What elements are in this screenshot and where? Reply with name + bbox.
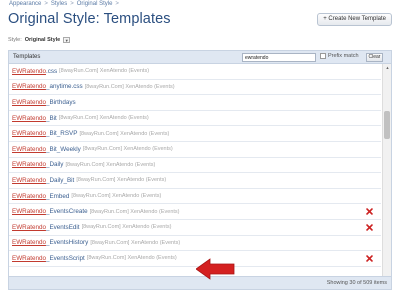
breadcrumb-original-style[interactable]: Original Style — [77, 1, 113, 7]
template-name-link[interactable]: EWRatendo_Bit_Weekly — [12, 146, 81, 153]
scroll-thumb[interactable] — [384, 111, 390, 139]
template-addon-label: [8wayRun.Com] XenAtendo (Events) — [59, 68, 150, 75]
breadcrumb-appearance[interactable]: Appearance — [9, 1, 41, 7]
template-row[interactable]: EWRatendo.css [8wayRun.Com] XenAtendo (Ev… — [9, 64, 381, 80]
template-name-rest: _Bit — [45, 114, 57, 122]
template-addon-label: [8wayRun.Com] XenAtendo (Events) — [86, 255, 177, 262]
template-name-rest: _Bit_RSVP — [45, 130, 78, 138]
item-count: Showing 30 of 509 items — [326, 280, 387, 286]
template-row[interactable]: EWRatendo_Bit_RSVP [8wayRun.Com] XenAtend… — [9, 126, 381, 142]
template-name-link[interactable]: EWRatendo_EventsCreate — [12, 208, 88, 215]
template-addon-label: [8wayRun.Com] XenAtendo (Events) — [58, 115, 149, 122]
template-name-link[interactable]: EWRatendo_Bit_RSVP — [12, 130, 77, 137]
template-name-match: EWRatendo — [12, 208, 46, 216]
template-name-rest: _Embed — [45, 192, 70, 200]
template-name-match: EWRatendo — [12, 254, 46, 262]
template-name-rest: _Daily_Bit — [45, 176, 75, 184]
panel-header-label: Templates — [13, 54, 41, 60]
scrollbar[interactable]: ▲ — [382, 64, 391, 276]
template-row[interactable]: EWRatendo_EventsScript [8wayRun.Com] XenA… — [9, 251, 381, 267]
breadcrumb: Appearance > Styles > Original Style > — [9, 1, 119, 7]
template-addon-label: [8wayRun.Com] XenAtendo (Events) — [82, 146, 173, 153]
template-addon-label: [8wayRun.Com] XenAtendo (Events) — [90, 239, 181, 246]
template-row[interactable]: EWRatendo_Bit [8wayRun.Com] XenAtendo (Ev… — [9, 111, 381, 127]
template-name-link[interactable]: EWRatendo_EventsHistory — [12, 239, 88, 246]
template-name-link[interactable]: EWRatendo_Daily_Bit — [12, 177, 74, 184]
template-row[interactable]: EWRatendo_Daily [8wayRun.Com] XenAtendo (… — [9, 158, 381, 174]
red-arrow-icon — [196, 258, 235, 280]
template-name-rest: _EventsEdit — [45, 223, 80, 231]
prefix-match-checkbox[interactable] — [320, 53, 326, 59]
prefix-match-option[interactable]: Prefix match — [320, 53, 359, 59]
template-row[interactable]: EWRatendo_anytime.css [8wayRun.Com] XenAt… — [9, 80, 381, 96]
template-row[interactable]: EWRatendo_EventsHistory [8wayRun.Com] Xen… — [9, 236, 381, 252]
template-row[interactable]: EWRatendo_Daily_Bit [8wayRun.Com] XenAten… — [9, 173, 381, 189]
panel-header: Templates Prefix match Clear — [9, 51, 391, 64]
style-selector: Style: Original Style ▼ — [8, 37, 71, 43]
template-name-link[interactable]: EWRatendo_EventsScript — [12, 255, 85, 262]
template-name-link[interactable]: EWRatendo_Birthdays — [12, 99, 76, 106]
template-name-link[interactable]: EWRatendo.css — [12, 68, 57, 75]
template-name-match: EWRatendo — [12, 239, 46, 247]
template-name-match: EWRatendo — [12, 145, 46, 153]
style-label: Style: — [8, 37, 22, 43]
chevron-down-icon[interactable]: ▼ — [63, 37, 71, 43]
template-addon-label: [8wayRun.Com] XenAtendo (Events) — [84, 83, 175, 90]
template-name-rest: _EventsCreate — [45, 208, 88, 216]
template-name-rest: _Birthdays — [45, 98, 76, 106]
template-row[interactable]: EWRatendo_EventsEdit [8wayRun.Com] XenAte… — [9, 220, 381, 236]
template-name-link[interactable]: EWRatendo_Daily — [12, 161, 63, 168]
template-row[interactable]: EWRatendo_Embed [8wayRun.Com] XenAtendo (… — [9, 189, 381, 205]
template-name-match: EWRatendo — [12, 161, 46, 169]
prefix-match-label: Prefix match — [328, 53, 359, 59]
template-name-link[interactable]: EWRatendo_EventsEdit — [12, 224, 80, 231]
template-name-link[interactable]: EWRatendo_Bit — [12, 115, 57, 122]
templates-panel: Templates Prefix match Clear EWRatendo.c… — [8, 50, 392, 290]
template-addon-label: [8wayRun.Com] XenAtendo (Events) — [81, 224, 172, 231]
template-name-match: EWRatendo — [12, 176, 46, 184]
template-name-link[interactable]: EWRatendo_Embed — [12, 193, 69, 200]
clear-button[interactable]: Clear — [366, 53, 383, 62]
template-name-match: EWRatendo — [12, 114, 46, 122]
create-template-button[interactable]: + Create New Template — [317, 13, 392, 26]
template-name-match: EWRatendo — [12, 67, 46, 75]
delete-icon[interactable] — [366, 208, 373, 216]
template-name-match: EWRatendo — [12, 98, 46, 106]
style-value[interactable]: Original Style — [25, 37, 60, 43]
template-name-rest: _anytime.css — [45, 83, 83, 91]
template-addon-label: [8wayRun.Com] XenAtendo (Events) — [89, 208, 180, 215]
template-list: EWRatendo.css [8wayRun.Com] XenAtendo (Ev… — [9, 64, 381, 267]
breadcrumb-separator: > — [70, 1, 74, 7]
template-name-rest: .css — [45, 67, 58, 75]
template-name-rest: _EventsScript — [45, 254, 85, 262]
template-addon-label: [8wayRun.Com] XenAtendo (Events) — [79, 130, 170, 137]
template-name-rest: _EventsHistory — [45, 239, 89, 247]
template-addon-label: [8wayRun.Com] XenAtendo (Events) — [65, 161, 156, 168]
template-name-rest: _Daily — [45, 161, 64, 169]
template-name-match: EWRatendo — [12, 192, 46, 200]
delete-icon[interactable] — [366, 224, 373, 231]
template-row[interactable]: EWRatendo_EventsCreate [8wayRun.Com] XenA… — [9, 204, 381, 220]
breadcrumb-separator: > — [44, 1, 48, 7]
breadcrumb-separator: > — [115, 1, 119, 7]
template-name-match: EWRatendo — [12, 130, 46, 138]
breadcrumb-styles[interactable]: Styles — [51, 1, 67, 7]
filter-input[interactable] — [242, 53, 316, 62]
template-row[interactable]: EWRatendo_Birthdays — [9, 95, 381, 111]
template-addon-label: [8wayRun.Com] XenAtendo (Events) — [76, 177, 167, 184]
delete-icon[interactable] — [366, 255, 373, 262]
template-name-rest: _Bit_Weekly — [45, 145, 81, 153]
template-row[interactable]: EWRatendo_Bit_Weekly [8wayRun.Com] XenAte… — [9, 142, 381, 158]
template-name-match: EWRatendo — [12, 83, 46, 91]
scroll-up-icon[interactable]: ▲ — [383, 64, 392, 72]
template-name-link[interactable]: EWRatendo_anytime.css — [12, 83, 83, 90]
template-name-match: EWRatendo — [12, 223, 46, 231]
template-addon-label: [8wayRun.Com] XenAtendo (Events) — [71, 193, 162, 200]
page-title: Original Style: Templates — [8, 11, 171, 27]
